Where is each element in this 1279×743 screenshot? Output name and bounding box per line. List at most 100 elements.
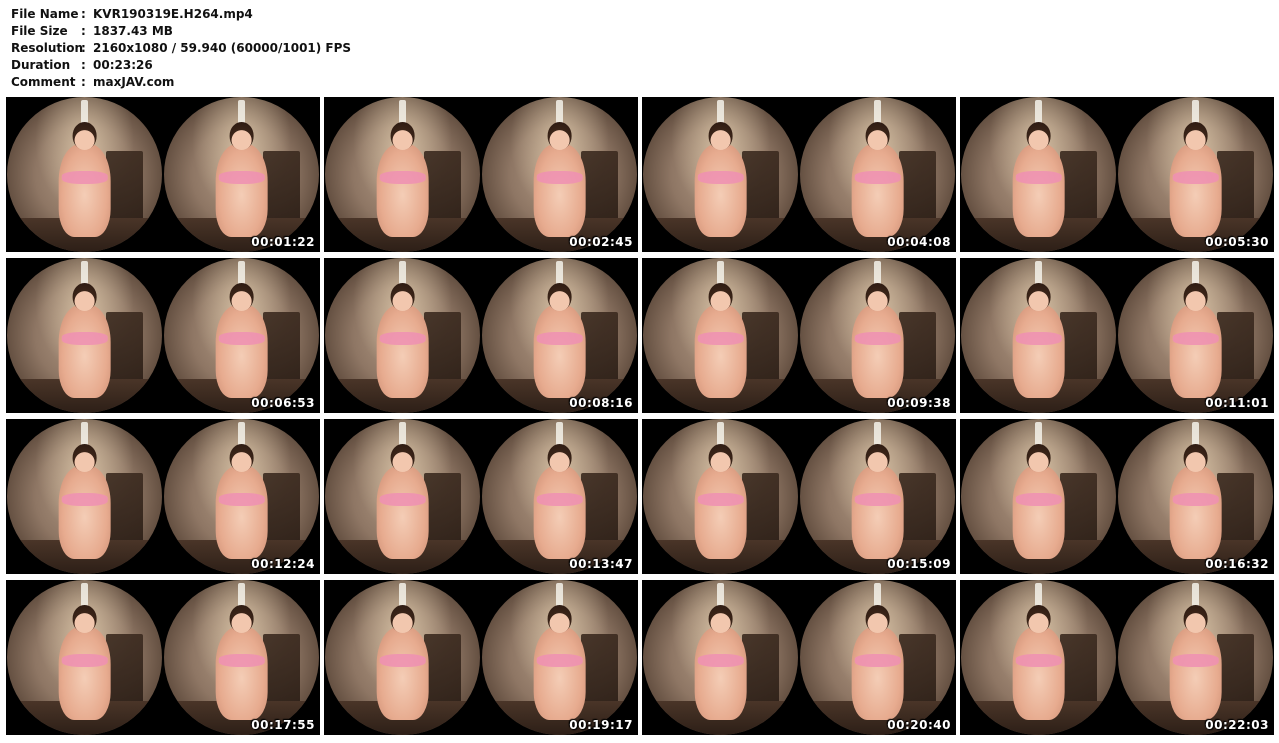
scene-figure	[851, 465, 904, 559]
resolution-row: Resolution : 2160x1080 / 59.940 (60000/1…	[11, 40, 351, 57]
scene-shelf	[899, 151, 937, 226]
scene-accent	[61, 332, 108, 345]
vr-left-eye-frame	[643, 97, 798, 252]
scene-shelf	[424, 473, 462, 548]
scene-accent	[218, 493, 265, 506]
video-thumbnail: 00:15:09	[642, 419, 956, 574]
scene-head	[390, 121, 415, 150]
video-thumbnail: 00:11:01	[960, 258, 1274, 413]
thumbnail-timestamp: 00:16:32	[1205, 557, 1269, 571]
scene-figure	[533, 304, 586, 398]
scene-head	[72, 443, 97, 472]
scene-accent	[1172, 171, 1219, 184]
scene-head	[72, 282, 97, 311]
thumbnail-timestamp: 00:17:55	[251, 718, 315, 732]
scene-accent	[379, 493, 426, 506]
scene-accent	[1015, 654, 1062, 667]
scene-accent	[61, 171, 108, 184]
thumbnail-timestamp: 00:20:40	[887, 718, 951, 732]
file-name-separator: :	[81, 7, 86, 21]
comment-value: maxJAV.com	[93, 75, 175, 89]
scene-figure	[58, 304, 111, 398]
thumbnail-timestamp: 00:19:17	[569, 718, 633, 732]
scene-head	[865, 604, 890, 633]
scene-shelf	[424, 634, 462, 709]
scene-accent	[854, 332, 901, 345]
video-thumbnail: 00:08:16	[324, 258, 638, 413]
scene-head	[229, 282, 254, 311]
scene-figure	[851, 626, 904, 720]
scene-figure	[694, 465, 747, 559]
scene-accent	[218, 332, 265, 345]
vr-left-eye-frame	[325, 419, 480, 574]
scene-head	[229, 443, 254, 472]
comment-label: Comment	[11, 75, 76, 89]
scene-shelf	[1060, 151, 1098, 226]
vr-right-eye-frame	[800, 580, 955, 735]
scene-accent	[379, 171, 426, 184]
scene-head	[229, 121, 254, 150]
scene-figure	[1169, 465, 1222, 559]
video-thumbnail: 00:19:17	[324, 580, 638, 735]
vr-right-eye-frame	[164, 258, 319, 413]
scene-shelf	[581, 151, 619, 226]
scene-figure	[1012, 465, 1065, 559]
vr-right-eye-frame	[482, 419, 637, 574]
scene-head	[865, 443, 890, 472]
scene-accent	[1015, 171, 1062, 184]
vr-left-eye-frame	[961, 580, 1116, 735]
scene-head	[390, 282, 415, 311]
scene-accent	[536, 171, 583, 184]
scene-head	[547, 604, 572, 633]
scene-figure	[694, 626, 747, 720]
scene-figure	[1169, 626, 1222, 720]
scene-figure	[694, 143, 747, 237]
scene-accent	[854, 171, 901, 184]
video-thumbnail: 00:05:30	[960, 97, 1274, 252]
vr-left-eye-frame	[643, 419, 798, 574]
scene-head	[547, 443, 572, 472]
scene-head	[547, 282, 572, 311]
vr-left-eye-frame	[643, 258, 798, 413]
scene-shelf	[742, 634, 780, 709]
file-name-value: KVR190319E.H264.mp4	[93, 7, 253, 21]
resolution-label: Resolution	[11, 41, 84, 55]
vr-left-eye-frame	[961, 258, 1116, 413]
scene-figure	[533, 143, 586, 237]
scene-shelf	[742, 312, 780, 387]
scene-figure	[58, 143, 111, 237]
vr-left-eye-frame	[7, 580, 162, 735]
vr-right-eye-frame	[164, 580, 319, 735]
thumbnail-timestamp: 00:09:38	[887, 396, 951, 410]
scene-accent	[697, 493, 744, 506]
thumbnail-timestamp: 00:05:30	[1205, 235, 1269, 249]
scene-accent	[218, 171, 265, 184]
vr-right-eye-frame	[1118, 580, 1273, 735]
scene-head	[72, 121, 97, 150]
vr-right-eye-frame	[1118, 97, 1273, 252]
scene-shelf	[1217, 473, 1255, 548]
scene-accent	[1172, 332, 1219, 345]
scene-figure	[851, 143, 904, 237]
scene-accent	[61, 493, 108, 506]
vr-right-eye-frame	[800, 258, 955, 413]
video-thumbnail: 00:16:32	[960, 419, 1274, 574]
scene-accent	[854, 654, 901, 667]
scene-head	[229, 604, 254, 633]
video-thumbnail: 00:13:47	[324, 419, 638, 574]
vr-left-eye-frame	[325, 258, 480, 413]
scene-shelf	[742, 473, 780, 548]
scene-figure	[1169, 143, 1222, 237]
vr-left-eye-frame	[325, 580, 480, 735]
vr-right-eye-frame	[1118, 419, 1273, 574]
scene-figure	[851, 304, 904, 398]
scene-shelf	[1060, 634, 1098, 709]
scene-figure	[376, 143, 429, 237]
thumbnail-timestamp: 00:06:53	[251, 396, 315, 410]
scene-figure	[533, 626, 586, 720]
scene-accent	[1172, 493, 1219, 506]
thumbnail-grid: 00:01:22 00:02:45 00:04:08 00:05:30 00:06:53…	[6, 97, 1274, 735]
scene-head	[1026, 282, 1051, 311]
scene-accent	[1015, 332, 1062, 345]
scene-figure	[58, 626, 111, 720]
